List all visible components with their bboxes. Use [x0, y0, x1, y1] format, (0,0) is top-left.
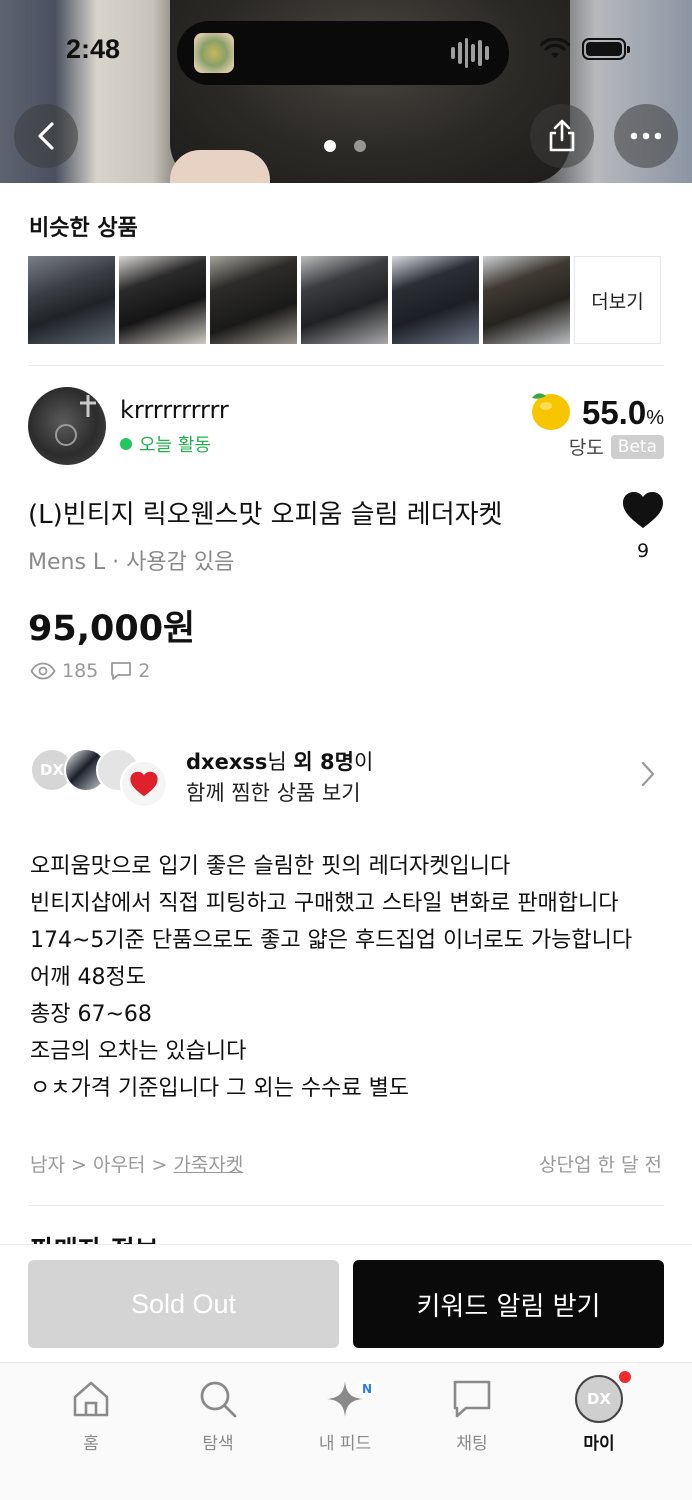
feed-new-badge: N	[357, 1379, 377, 1399]
cross-icon	[55, 395, 96, 446]
product-photo-hand	[170, 150, 270, 183]
tab-search[interactable]: 탐색	[168, 1377, 268, 1454]
similar-product-thumb[interactable]	[392, 256, 479, 344]
carousel-indicator	[324, 140, 366, 152]
now-playing-artwork	[194, 33, 234, 73]
comment-icon	[111, 662, 132, 680]
description-line: 어깨 48정도	[30, 965, 146, 990]
audio-waveform-icon	[451, 38, 489, 68]
notification-dot	[619, 1371, 631, 1383]
similar-product-thumb[interactable]	[28, 256, 115, 344]
tab-my-label: 마이	[583, 1434, 615, 1454]
product-price: 95,000원	[28, 609, 196, 649]
wifi-icon	[540, 38, 570, 58]
liked-together-link[interactable]: 함께 찜한 상품 보기	[186, 777, 361, 807]
sweetness-value: 55.0%	[581, 394, 664, 431]
heart-icon	[623, 492, 663, 528]
similar-products-list: 더보기	[28, 256, 661, 344]
battery-icon	[582, 38, 630, 60]
eye-icon	[30, 662, 56, 680]
status-icons	[540, 38, 630, 60]
similar-product-thumb[interactable]	[301, 256, 388, 344]
home-icon	[73, 1381, 109, 1417]
chevron-left-icon	[38, 122, 54, 150]
description-line: 조금의 오차는 있습니다	[30, 1039, 247, 1064]
sold-out-button: Sold Out	[28, 1260, 339, 1348]
sweetness-score[interactable]: 55.0%	[526, 388, 664, 432]
liked-together-line-1[interactable]: dxexss님 외 8명이	[186, 746, 373, 776]
product-title: (L)빈티지 릭오웬스맛 오피움 슬림 레더자켓	[28, 500, 503, 530]
section-divider	[28, 365, 664, 366]
keyword-alert-button[interactable]: 키워드 알림 받기	[353, 1260, 664, 1348]
status-time: 2:48	[66, 34, 121, 64]
more-similar-button[interactable]: 더보기	[574, 256, 661, 344]
action-bar: Sold Out 키워드 알림 받기	[0, 1244, 692, 1362]
comment-count: 2	[138, 660, 151, 682]
carousel-dot	[354, 140, 366, 152]
liked-by-avatars: DX	[30, 748, 180, 808]
seller-activity-label: 오늘 활동	[139, 435, 211, 456]
product-stats: 185 2	[30, 660, 150, 682]
description-line: 빈티지샵에서 직접 피팅하고 구매했고 스타일 변화로 판매합니다	[30, 891, 619, 916]
seller-avatar[interactable]	[28, 387, 106, 465]
view-count: 185	[62, 660, 99, 682]
crumb-leather-jacket[interactable]: 가죽자켓	[173, 1154, 243, 1176]
my-avatar: DX	[575, 1375, 623, 1423]
sweetness-label-row: 당도 Beta	[569, 433, 664, 460]
share-icon	[549, 119, 575, 152]
red-heart-icon	[130, 771, 158, 797]
description-line: 174~5기준 단품으로도 좋고 얇은 후드집업 이너로도 가능합니다	[30, 928, 633, 953]
posted-time: 상단업 한 달 전	[539, 1154, 662, 1176]
chevron-right-icon[interactable]	[640, 760, 656, 788]
more-options-button[interactable]	[614, 104, 678, 168]
tab-chat-label: 채팅	[456, 1434, 488, 1454]
seller-activity: 오늘 활동	[120, 431, 211, 457]
crumb-outer[interactable]: 아우터	[93, 1154, 145, 1176]
chat-icon	[453, 1380, 491, 1418]
similar-product-thumb[interactable]	[483, 256, 570, 344]
tab-home[interactable]: 홈	[41, 1377, 141, 1454]
like-button[interactable]: 9	[620, 490, 666, 562]
like-count: 9	[636, 540, 650, 562]
similar-products-title: 비슷한 상품	[29, 216, 138, 241]
dynamic-island	[177, 21, 509, 85]
product-description: 오피움맛으로 입기 좋은 슬림한 핏의 레더자켓입니다 빈티지샵에서 직접 피팅…	[30, 848, 632, 1107]
lemon-icon	[531, 393, 570, 430]
online-dot-icon	[120, 438, 132, 450]
share-button[interactable]	[530, 104, 594, 168]
heart-badge	[120, 760, 168, 808]
similar-product-thumb[interactable]	[119, 256, 206, 344]
description-line: 오피움맛으로 입기 좋은 슬림한 핏의 레더자켓입니다	[30, 854, 511, 879]
product-meta: Mens L · 사용감 있음	[28, 550, 235, 575]
liked-others: 외 8명	[293, 750, 354, 774]
seller-name[interactable]: krrrrrrrrrr	[120, 396, 229, 424]
tab-my[interactable]: DX 마이	[549, 1371, 649, 1454]
search-icon	[200, 1381, 237, 1418]
similar-product-thumb[interactable]	[210, 256, 297, 344]
tab-bar: 홈 탐색 N 내 피드 채팅 DX 마이	[0, 1362, 692, 1500]
carousel-dot-active	[324, 140, 336, 152]
tab-chat[interactable]: 채팅	[422, 1377, 522, 1454]
liked-user: dxexss	[186, 750, 268, 774]
crumb-men[interactable]: 남자	[30, 1154, 65, 1176]
description-line: ㅇㅊ가격 기준입니다 그 외는 수수료 별도	[30, 1076, 410, 1101]
tab-search-label: 탐색	[202, 1434, 234, 1454]
tab-home-label: 홈	[83, 1434, 99, 1454]
section-divider	[28, 1205, 664, 1206]
category-breadcrumb: 남자 > 아우터 > 가죽자켓	[30, 1154, 244, 1176]
sweetness-label: 당도	[568, 437, 604, 459]
beta-badge: Beta	[610, 434, 664, 459]
more-icon	[630, 132, 662, 140]
tab-feed[interactable]: N 내 피드	[295, 1377, 395, 1454]
back-button[interactable]	[14, 104, 78, 168]
tab-feed-label: 내 피드	[318, 1434, 372, 1454]
description-line: 총장 67~68	[30, 1002, 152, 1027]
